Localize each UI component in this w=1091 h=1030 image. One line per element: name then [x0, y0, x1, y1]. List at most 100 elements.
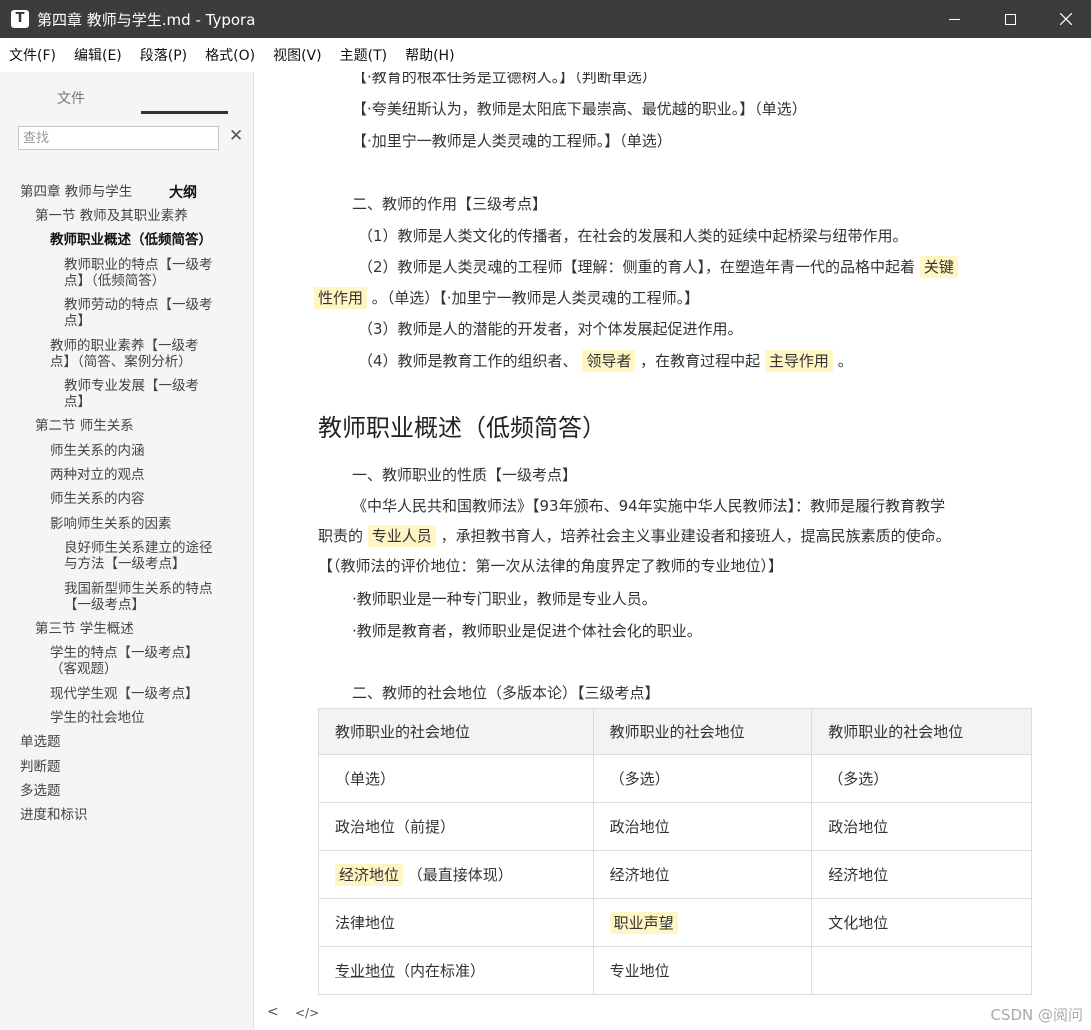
menu-edit[interactable]: 编辑(E): [71, 43, 125, 67]
outline-item[interactable]: 与方法【一级考点】: [64, 556, 186, 572]
outline-item[interactable]: 点】: [64, 394, 91, 410]
table-cell: 专业地位: [592, 946, 813, 995]
outline-item[interactable]: 多选题: [20, 783, 61, 799]
outline-item[interactable]: 师生关系的内容: [50, 491, 145, 507]
close-search-icon[interactable]: ✕: [229, 126, 243, 146]
source-mode-button[interactable]: </>: [295, 1006, 319, 1020]
outline-item[interactable]: 教师专业发展【一级考: [64, 378, 199, 394]
table-row: （单选） （多选） （多选）: [318, 754, 1032, 803]
toggle-sidebar-button[interactable]: <: [267, 1004, 279, 1020]
paragraph: （4）教师是教育工作的组织者、 领导者 ，在教育过程中起 主导作用 。: [358, 350, 853, 372]
paragraph: （3）教师是人的潜能的开发者，对个体发展起促进作用。: [358, 320, 743, 338]
paragraph: 职责的 专业人员 ，承担教书育人，培养社会主义事业建设者和接班人，提高民族素质的…: [318, 525, 951, 547]
sidebar: 文件 大纲 ✕ 第四章 教师与学生 第一节 教师及其职业素养 教师职业概述（低频…: [0, 72, 254, 1030]
paragraph: 【·教育的根本任务是立德树人。】（判断单选）: [352, 72, 657, 86]
outline-item[interactable]: 现代学生观【一级考点】: [50, 686, 199, 702]
outline-item[interactable]: 点】（简答、案例分析）: [50, 354, 192, 370]
outline-item[interactable]: 判断题: [20, 759, 61, 775]
paragraph: 【·加里宁一教师是人类灵魂的工程师。】（单选）: [352, 132, 672, 150]
outline-item[interactable]: 教师劳动的特点【一级考: [64, 297, 213, 313]
minimize-button[interactable]: [929, 0, 979, 38]
highlight: 职业声望: [609, 912, 678, 934]
paragraph-heading: 二、教师的社会地位（多版本论）【三级考点】: [352, 684, 660, 702]
menu-theme[interactable]: 主题(T): [337, 43, 390, 67]
active-tab-indicator: [141, 111, 228, 114]
outline-item[interactable]: 学生的特点【一级考点】: [50, 645, 199, 661]
table-cell: 职业声望: [592, 898, 813, 947]
outline-item[interactable]: 影响师生关系的因素: [50, 516, 172, 532]
outline-item-section-3[interactable]: 第三节 学生概述: [35, 621, 134, 637]
outline-item[interactable]: 进度和标识: [20, 807, 88, 823]
underlined-text: 专业地位: [335, 962, 396, 980]
table-cell: （多选）: [811, 754, 1032, 803]
highlight: 经济地位: [335, 864, 404, 886]
table-cell: 经济地位: [592, 850, 813, 899]
close-window-button[interactable]: [1041, 0, 1091, 38]
outline-item[interactable]: 点】: [64, 313, 91, 329]
paragraph-heading: 一、教师职业的性质【一级考点】: [352, 466, 578, 484]
paragraph: ·教师是教育者，教师职业是促进个体社会化的职业。: [352, 622, 702, 640]
outline-item-chapter[interactable]: 第四章 教师与学生: [20, 184, 132, 200]
outline-item-active[interactable]: 教师职业概述（低频简答）: [50, 232, 212, 248]
table-row: 政治地位（前提） 政治地位 政治地位: [318, 802, 1032, 851]
outline-item[interactable]: 两种对立的观点: [50, 467, 145, 483]
outline-item[interactable]: 单选题: [20, 734, 61, 750]
table-header-row: 教师职业的社会地位 教师职业的社会地位 教师职业的社会地位: [318, 708, 1032, 755]
close-icon: [1060, 13, 1072, 25]
text: （4）教师是教育工作的组织者、: [358, 352, 578, 370]
table-cell: 专业地位（内在标准）: [318, 946, 594, 995]
menu-help[interactable]: 帮助(H): [402, 43, 457, 67]
outline-item[interactable]: 我国新型师生关系的特点: [64, 581, 213, 597]
outline-item[interactable]: 点】（低频简答）: [64, 273, 165, 289]
outline-item[interactable]: 良好师生关系建立的途径: [64, 540, 213, 556]
table-row: 专业地位（内在标准） 专业地位: [318, 946, 1032, 995]
minimize-icon: [948, 18, 960, 20]
table-cell: 政治地位: [592, 802, 813, 851]
highlight: 领导者: [582, 350, 636, 372]
table-cell: 法律地位: [318, 898, 594, 947]
paragraph-heading: 二、教师的作用【三级考点】: [352, 195, 548, 213]
outline-item[interactable]: （客观题）: [50, 661, 118, 677]
search-input[interactable]: [18, 126, 219, 150]
outline-item[interactable]: 学生的社会地位: [50, 710, 145, 726]
outline-search: ✕: [0, 116, 253, 156]
paragraph: 性作用 。（单选）【·加里宁一教师是人类灵魂的工程师。】: [314, 287, 700, 309]
editor-content[interactable]: 【·教育的根本任务是立德树人。】（判断单选） 【·夸美纽斯认为，教师是太阳底下最…: [255, 72, 1091, 996]
typora-app-icon: T: [11, 10, 29, 28]
text: （内在标准）: [395, 962, 486, 980]
menu-paragraph[interactable]: 段落(P): [137, 43, 190, 67]
title-bar: T 第四章 教师与学生.md - Typora: [0, 0, 1091, 38]
table-cell: 政治地位: [811, 802, 1032, 851]
text: 职责的: [318, 527, 364, 545]
outline-item[interactable]: 【一级考点】: [64, 597, 145, 613]
heading-2: 教师职业概述（低频简答）: [318, 414, 606, 442]
outline-item-section-1[interactable]: 第一节 教师及其职业素养: [35, 208, 188, 224]
maximize-icon: [1004, 13, 1016, 25]
table-row: 法律地位 职业声望 文化地位: [318, 898, 1032, 947]
menu-view[interactable]: 视图(V): [270, 43, 325, 67]
text: 。（单选）【·加里宁一教师是人类灵魂的工程师。】: [371, 289, 700, 307]
table-cell: [811, 946, 1032, 995]
highlight: 专业人员: [367, 525, 436, 547]
table-cell: （单选）: [318, 754, 594, 803]
tab-files[interactable]: 文件: [57, 88, 85, 108]
table-cell: 经济地位 （最直接体现）: [318, 850, 594, 899]
table-header-cell: 教师职业的社会地位: [318, 708, 594, 755]
table-cell: 经济地位: [811, 850, 1032, 899]
table-cell: （多选）: [592, 754, 813, 803]
paragraph: ·教师职业是一种专门职业，教师是专业人员。: [352, 590, 657, 608]
sidebar-tabs: 文件 大纲: [0, 72, 253, 201]
text: （2）教师是人类灵魂的工程师【理解：侧重的育人】，在塑造年青一代的品格中起着: [358, 258, 916, 276]
paragraph: （1）教师是人类文化的传播者，在社会的发展和人类的延续中起桥梁与纽带作用。: [358, 227, 908, 245]
table-row: 经济地位 （最直接体现） 经济地位 经济地位: [318, 850, 1032, 899]
outline-item[interactable]: 师生关系的内涵: [50, 443, 145, 459]
menu-format[interactable]: 格式(O): [202, 43, 258, 67]
status-bar: < </> CSDN @阅问: [255, 996, 1091, 1030]
menu-file[interactable]: 文件(F): [6, 43, 59, 67]
outline-item[interactable]: 教师职业的特点【一级考: [64, 257, 213, 273]
outline-item-section-2[interactable]: 第二节 师生关系: [35, 418, 134, 434]
maximize-button[interactable]: [985, 0, 1035, 38]
outline-item[interactable]: 教师的职业素养【一级考: [50, 338, 199, 354]
text: ，承担教书育人，培养社会主义事业建设者和接班人，提高民族素质的使命。: [440, 527, 951, 545]
paragraph: （2）教师是人类灵魂的工程师【理解：侧重的育人】，在塑造年青一代的品格中起着 关…: [358, 256, 958, 278]
